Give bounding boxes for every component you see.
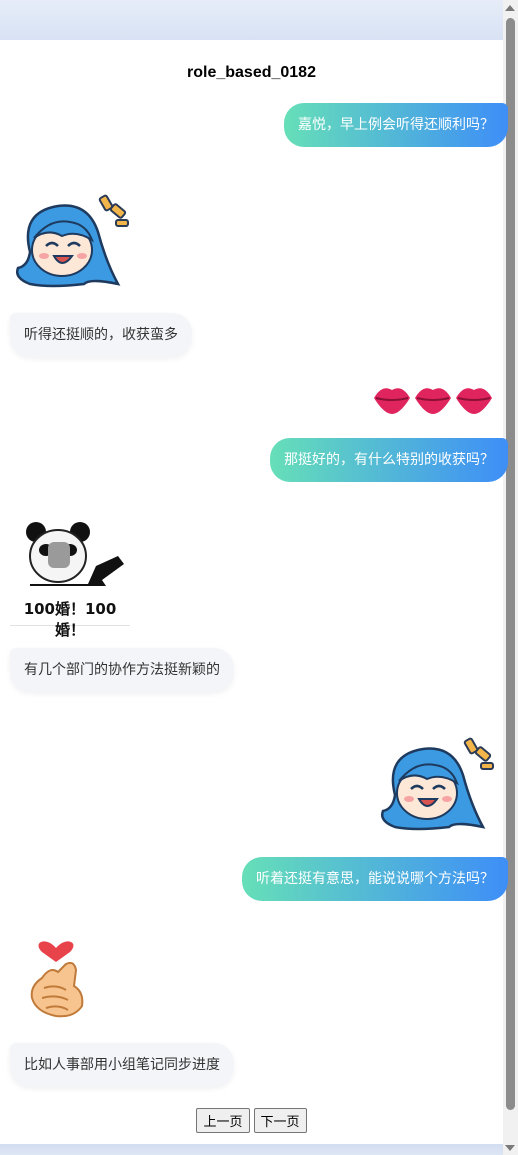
message-bubble-sent: 嘉悦，早上例会听得还顺利吗？ bbox=[284, 103, 508, 147]
anime-girl-sticker bbox=[381, 737, 494, 831]
panda-face-icon bbox=[26, 522, 124, 586]
bottom-strip bbox=[0, 1144, 503, 1155]
pagination: 上一页 下一页 bbox=[0, 1108, 503, 1133]
anime-girl-sticker bbox=[16, 194, 129, 288]
panda-caption: 100婚！100婚！ bbox=[23, 600, 117, 639]
top-strip bbox=[0, 0, 503, 40]
scrollbar-thumb[interactable] bbox=[506, 18, 515, 1110]
next-page-button[interactable]: 下一页 bbox=[253, 1108, 307, 1133]
panda-meme-sticker: 100婚！100婚！ bbox=[10, 520, 130, 639]
message-bubble-received: 比如人事部用小组笔记同步进度 bbox=[10, 1043, 234, 1087]
message-bubble-received: 有几个部门的协作方法挺新颖的 bbox=[10, 648, 234, 692]
kiss-lips-sticker bbox=[374, 388, 492, 414]
page-title: role_based_0182 bbox=[187, 64, 316, 81]
prev-page-button[interactable]: 上一页 bbox=[196, 1108, 250, 1133]
finger-heart-sticker bbox=[30, 941, 84, 1018]
scroll-down-icon[interactable] bbox=[505, 1145, 515, 1151]
message-bubble-sent: 那挺好的，有什么特别的收获吗？ bbox=[270, 438, 508, 482]
message-bubble-sent: 听着还挺有意思，能说说哪个方法吗？ bbox=[242, 857, 508, 901]
message-bubble-received: 听得还挺顺的，收获蛮多 bbox=[10, 313, 192, 357]
scroll-up-icon[interactable] bbox=[505, 5, 515, 11]
